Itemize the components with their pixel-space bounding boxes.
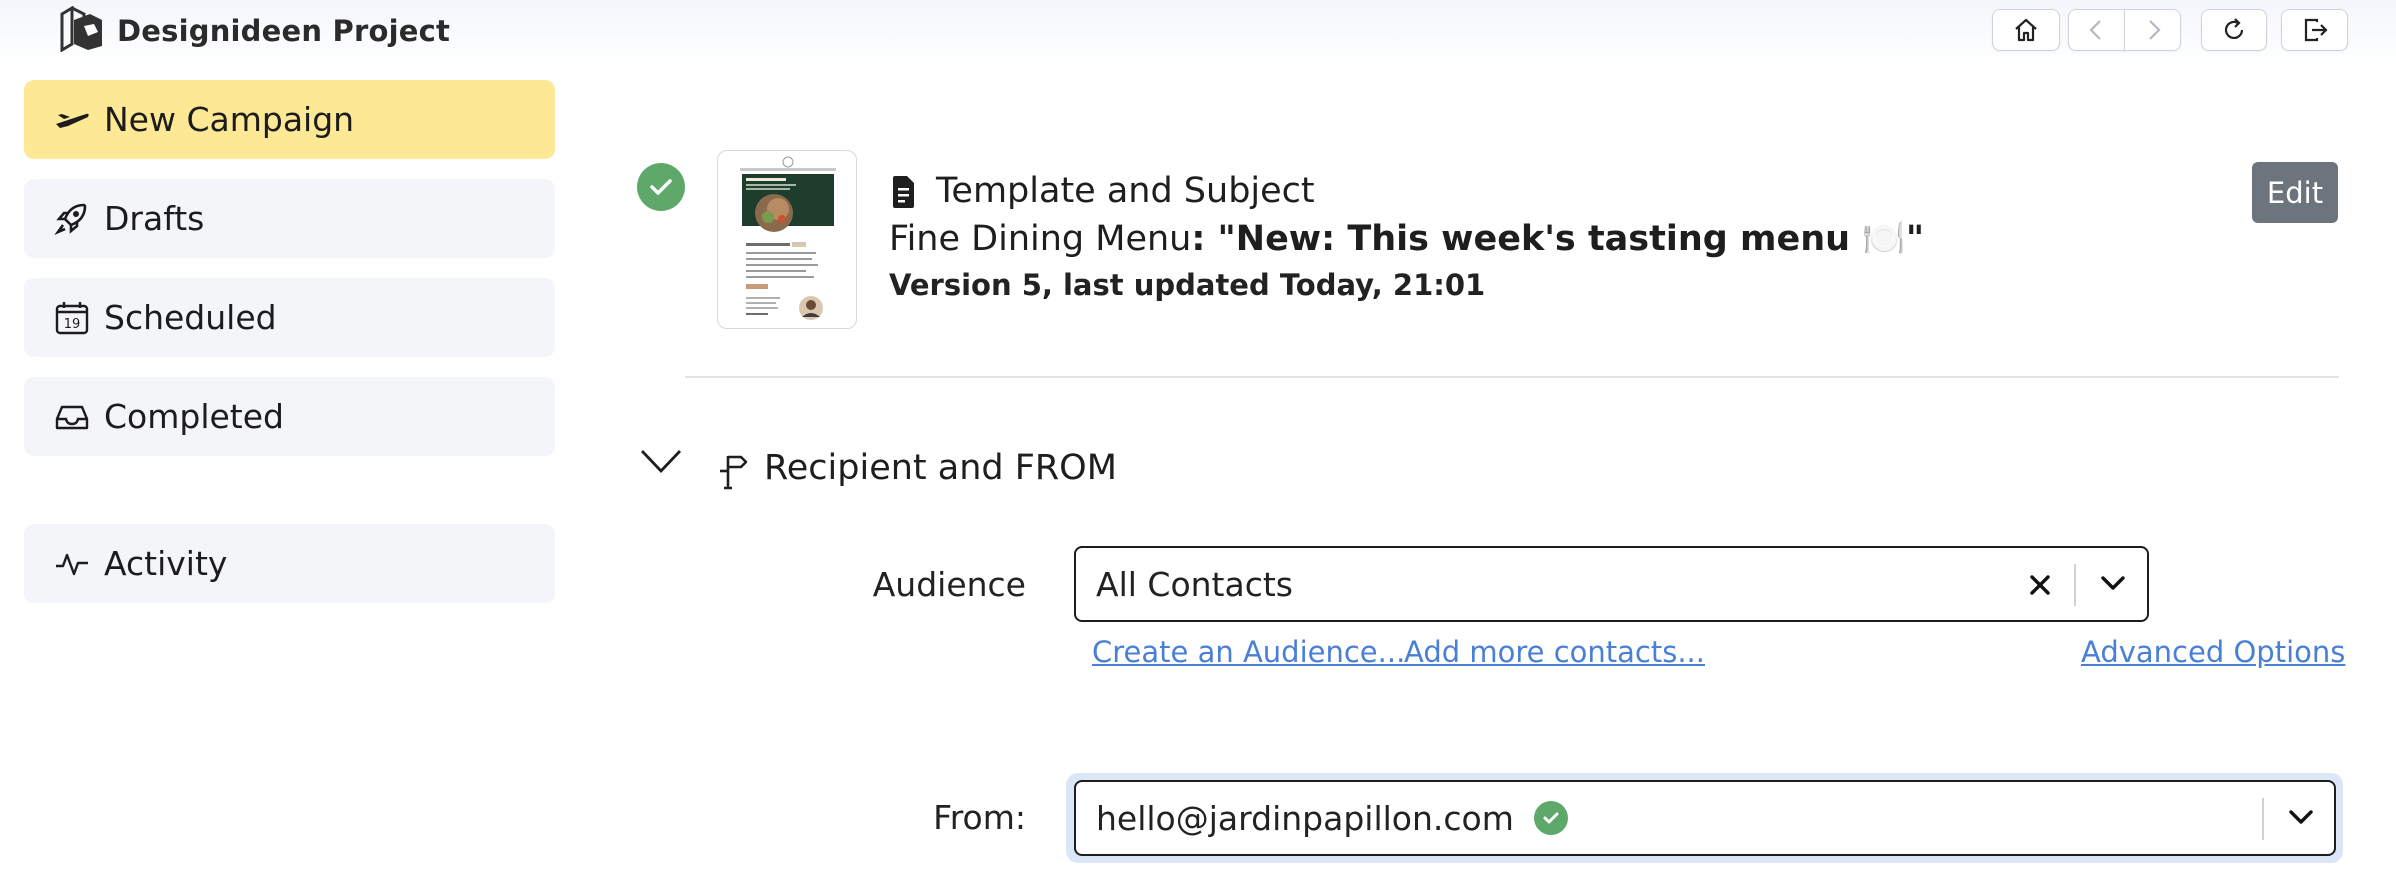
back-button[interactable] <box>2068 9 2125 51</box>
template-name-separator: : <box>1191 219 1218 259</box>
logout-button[interactable] <box>2281 9 2348 51</box>
home-button[interactable] <box>1992 9 2060 51</box>
dropdown-chevron-icon[interactable] <box>2288 809 2314 827</box>
sidebar-item-scheduled[interactable]: 19 Scheduled <box>24 278 555 357</box>
reload-button[interactable] <box>2201 9 2267 51</box>
home-icon <box>2015 18 2037 42</box>
forward-button[interactable] <box>2124 9 2181 51</box>
template-subject-line: Fine Dining Menu: "New: This week's tast… <box>889 218 1924 259</box>
calendar-icon: 19 <box>54 300 90 336</box>
audience-select[interactable]: All Contacts <box>1074 546 2149 622</box>
app-logo-icon <box>60 6 102 52</box>
chevron-down-icon[interactable] <box>640 448 682 476</box>
top-bar: Designideen Project <box>0 0 2396 66</box>
rocket-icon <box>54 201 90 237</box>
sidebar-item-label: Scheduled <box>104 298 277 337</box>
from-value: hello@jardinpapillon.com <box>1096 798 1514 838</box>
audience-label: Audience <box>872 565 1026 604</box>
logout-icon <box>2304 18 2328 42</box>
clear-icon[interactable] <box>2028 573 2052 597</box>
template-name: Fine Dining Menu <box>889 219 1192 259</box>
sidebar-item-label: New Campaign <box>104 100 355 139</box>
sidebar-item-drafts[interactable]: Drafts <box>24 179 555 258</box>
recipient-section-title: Recipient and FROM <box>764 448 1117 488</box>
sidebar-item-completed[interactable]: Completed <box>24 377 555 456</box>
reload-icon <box>2224 18 2244 39</box>
email-subject: "New: This week's tasting menu 🍽️" <box>1217 219 1925 259</box>
sidebar-item-new-campaign[interactable]: New Campaign <box>24 80 555 159</box>
svg-text:19: 19 <box>64 317 81 332</box>
sidebar-item-label: Activity <box>104 544 228 583</box>
template-preview-image <box>740 156 836 320</box>
inbox-icon <box>54 399 90 435</box>
create-audience-link[interactable]: Create an Audience... <box>1092 635 1405 669</box>
template-section-title: Template and Subject <box>936 171 1315 211</box>
plane-icon <box>54 102 90 138</box>
add-contacts-link[interactable]: Add more contacts... <box>1404 635 1705 669</box>
chevron-left-icon <box>2088 20 2101 40</box>
from-label: From: <box>933 798 1026 837</box>
section-complete-check-icon <box>637 163 685 211</box>
document-icon <box>893 176 914 208</box>
select-separator <box>2262 798 2264 840</box>
audience-value: All Contacts <box>1096 564 1293 604</box>
sidebar-item-label: Drafts <box>104 199 205 238</box>
app-title: Designideen Project <box>117 14 451 48</box>
section-divider <box>685 376 2339 378</box>
advanced-options-link[interactable]: Advanced Options <box>2081 635 2345 669</box>
verified-check-icon <box>1533 801 1568 835</box>
select-separator <box>2074 564 2076 606</box>
activity-icon <box>54 546 90 582</box>
chevron-right-icon <box>2148 20 2161 40</box>
signpost-icon <box>720 455 748 490</box>
sidebar-item-label: Completed <box>104 397 284 436</box>
template-thumbnail[interactable] <box>717 150 857 329</box>
dropdown-chevron-icon[interactable] <box>2100 575 2126 593</box>
sidebar-item-activity[interactable]: Activity <box>24 524 555 603</box>
from-select[interactable]: hello@jardinpapillon.com <box>1074 780 2336 856</box>
template-version-info: Version 5, last updated Today, 21:01 <box>889 268 1486 302</box>
edit-template-button[interactable]: Edit <box>2252 162 2338 223</box>
